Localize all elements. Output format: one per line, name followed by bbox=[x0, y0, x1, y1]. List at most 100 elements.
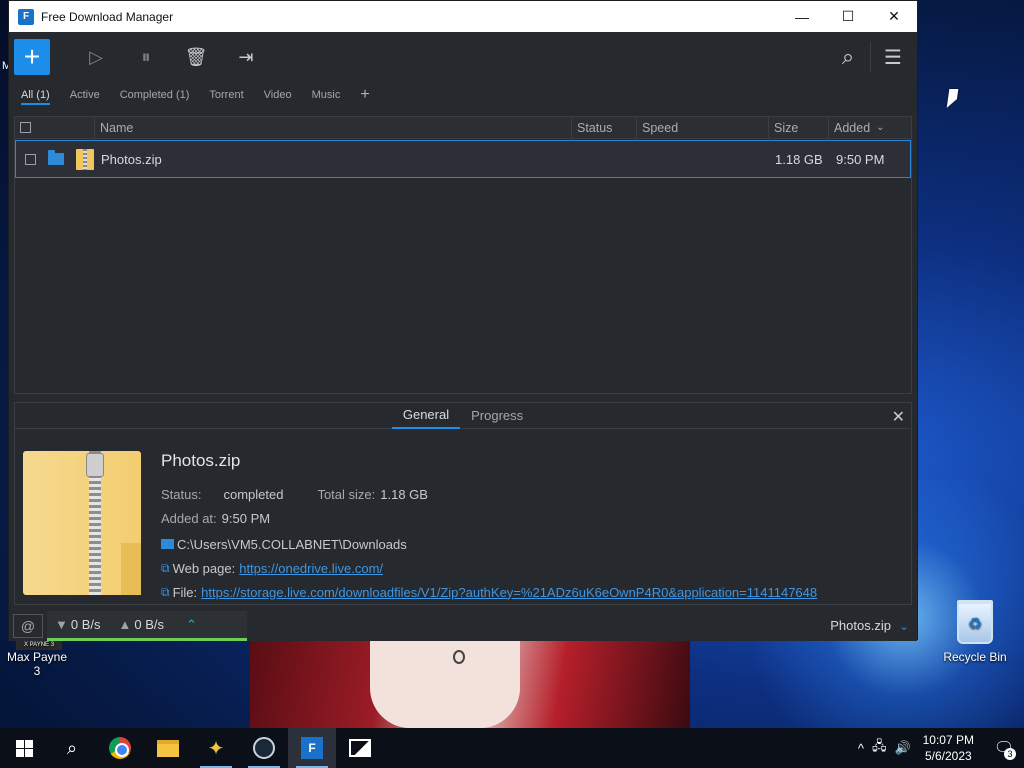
download-speed: 0 B/s bbox=[70, 617, 101, 632]
toolbar: + ▷ ⏸ 🗑 ⇥ ⌕ ☰ bbox=[9, 32, 917, 82]
notifications-button[interactable]: 🗨 3 bbox=[984, 728, 1024, 768]
status-bar: @ ▼ 0 B/s ▲ 0 B/s ⌃ Photos.zip ⌄ bbox=[9, 611, 917, 641]
download-path[interactable]: C:\Users\VM5.COLLABNET\Downloads bbox=[177, 537, 407, 552]
recycle-bin-shortcut[interactable]: Recycle Bin bbox=[942, 600, 1008, 664]
notification-count: 3 bbox=[1004, 748, 1016, 760]
upload-speed: 0 B/s bbox=[134, 617, 164, 632]
max-payne-shortcut[interactable]: X PAYNE 3 Max Payne 3 bbox=[2, 640, 72, 678]
windows-logo-icon bbox=[15, 739, 33, 757]
filter-music[interactable]: Music bbox=[312, 85, 341, 105]
tray-chevron-icon[interactable]: ^ bbox=[858, 741, 864, 756]
clock-time: 10:07 PM bbox=[922, 733, 974, 747]
desktop-wallpaper-art bbox=[250, 640, 690, 728]
maximize-button[interactable]: ☐ bbox=[825, 1, 871, 32]
file-label: File: bbox=[172, 584, 198, 600]
toolbar-separator bbox=[870, 42, 871, 72]
chrome-icon bbox=[109, 737, 131, 759]
total-size-value: 1.18 GB bbox=[380, 486, 428, 502]
resume-icon[interactable]: ▷ bbox=[78, 39, 114, 75]
steam-taskbar-button[interactable] bbox=[240, 728, 288, 768]
speed-indicator[interactable]: ▼ 0 B/s ▲ 0 B/s ⌃ bbox=[47, 611, 247, 641]
start-button[interactable] bbox=[0, 728, 48, 768]
search-icon[interactable]: ⌕ bbox=[830, 39, 866, 75]
fdm-logo-icon: F bbox=[18, 8, 34, 25]
column-added[interactable]: Added ⌄ bbox=[829, 117, 911, 139]
row-size: 1.18 GB bbox=[775, 151, 823, 167]
folder-icon bbox=[157, 739, 179, 757]
fdm-icon: F bbox=[301, 737, 323, 759]
clock-date: 5/6/2023 bbox=[924, 749, 972, 763]
status-value: completed bbox=[223, 486, 284, 502]
taskbar: ⌕ ✦ F ^ 🖧 🔊 10:07 PM 5/6/2023 🗨 3 bbox=[0, 728, 1024, 768]
open-folder-icon[interactable] bbox=[48, 150, 64, 165]
pause-icon[interactable]: ⏸ bbox=[128, 39, 164, 75]
max-payne-label: Max Payne 3 bbox=[6, 650, 68, 678]
add-filter-button[interactable]: + bbox=[360, 82, 369, 108]
bee-icon: ✦ bbox=[207, 737, 225, 760]
details-tabs: General Progress ✕ bbox=[15, 403, 911, 429]
status-label: Status: bbox=[161, 486, 202, 502]
column-added-label: Added bbox=[834, 120, 871, 135]
recycle-bin-label: Recycle Bin bbox=[943, 650, 1007, 664]
expand-speed-icon[interactable]: ⌃ bbox=[186, 617, 197, 633]
fdm-window: F Free Download Manager — ☐ ✕ + ▷ ⏸ 🗑 ⇥ … bbox=[8, 0, 918, 641]
column-name[interactable]: Name bbox=[95, 116, 572, 139]
wallpaper-figure bbox=[370, 640, 520, 728]
added-at-value: 9:50 PM bbox=[221, 510, 271, 526]
tab-general[interactable]: General bbox=[391, 403, 461, 429]
chevron-down-icon: ⌄ bbox=[898, 618, 909, 633]
menu-icon[interactable]: ☰ bbox=[875, 39, 911, 75]
table-row[interactable]: Photos.zip 1.18 GB 9:50 PM bbox=[15, 140, 911, 178]
details-file-name: Photos.zip bbox=[161, 451, 241, 470]
row-checkbox[interactable] bbox=[24, 153, 36, 165]
select-all-checkbox[interactable] bbox=[20, 122, 31, 133]
details-panel: General Progress ✕ Photos.zip Status: co… bbox=[14, 402, 912, 605]
column-size[interactable]: Size bbox=[769, 116, 829, 139]
file-explorer-taskbar-button[interactable] bbox=[144, 728, 192, 768]
zip-preview-icon bbox=[23, 451, 141, 595]
clock[interactable]: 10:07 PM 5/6/2023 bbox=[923, 732, 974, 764]
select-all-cell bbox=[15, 116, 95, 139]
filter-all[interactable]: All (1) bbox=[21, 86, 50, 105]
chrome-taskbar-button[interactable] bbox=[96, 728, 144, 768]
current-file-selector[interactable]: Photos.zip ⌄ bbox=[830, 618, 909, 633]
volume-icon[interactable]: 🔊 bbox=[894, 740, 910, 756]
column-status[interactable]: Status bbox=[572, 116, 637, 139]
delete-icon[interactable]: 🗑 bbox=[178, 39, 214, 75]
close-details-icon[interactable]: ✕ bbox=[892, 407, 905, 427]
photos-icon bbox=[349, 739, 371, 757]
filter-active[interactable]: Active bbox=[70, 85, 100, 105]
add-download-button[interactable]: + bbox=[14, 39, 50, 75]
close-button[interactable]: ✕ bbox=[871, 1, 917, 32]
search-taskbar-icon[interactable]: ⌕ bbox=[48, 728, 96, 768]
file-url-link[interactable]: https://storage.live.com/downloadfiles/V… bbox=[201, 585, 817, 600]
web-page-link[interactable]: https://onedrive.live.com/ bbox=[239, 561, 383, 576]
title-bar[interactable]: F Free Download Manager — ☐ ✕ bbox=[9, 1, 917, 32]
details-info: Photos.zip Status: completed Total size:… bbox=[161, 451, 817, 604]
fdm-taskbar-button[interactable]: F bbox=[288, 728, 336, 768]
minimize-button[interactable]: — bbox=[779, 1, 825, 32]
photos-taskbar-button[interactable] bbox=[336, 728, 384, 768]
network-icon[interactable]: 🖧 bbox=[872, 737, 887, 759]
filter-completed[interactable]: Completed (1) bbox=[120, 85, 190, 105]
total-size-label: Total size: bbox=[317, 486, 376, 502]
filter-video[interactable]: Video bbox=[264, 85, 292, 105]
added-at-label: Added at: bbox=[161, 510, 217, 526]
row-added: 9:50 PM bbox=[836, 151, 885, 167]
mouse-cursor-icon bbox=[946, 89, 959, 108]
sort-desc-icon: ⌄ bbox=[876, 122, 885, 133]
download-arrow-icon: ▼ bbox=[55, 617, 68, 632]
table-header: Name Status Speed Size Added ⌄ bbox=[15, 116, 911, 139]
move-to-folder-icon[interactable]: ⇥ bbox=[228, 39, 264, 75]
tab-progress[interactable]: Progress bbox=[460, 403, 534, 429]
filter-torrent[interactable]: Torrent bbox=[209, 85, 243, 105]
external-link-icon: ⧉ bbox=[161, 560, 170, 575]
system-tray: ^ 🖧 🔊 10:07 PM 5/6/2023 🗨 3 bbox=[854, 728, 1024, 768]
app-taskbar-button[interactable]: ✦ bbox=[192, 728, 240, 768]
max-payne-icon: X PAYNE 3 bbox=[16, 640, 62, 650]
column-speed[interactable]: Speed bbox=[637, 116, 769, 139]
steam-icon bbox=[253, 737, 275, 759]
current-file-name: Photos.zip bbox=[830, 618, 891, 633]
web-page-label: Web page: bbox=[172, 560, 236, 576]
snail-mode-icon[interactable]: @ bbox=[13, 614, 43, 638]
